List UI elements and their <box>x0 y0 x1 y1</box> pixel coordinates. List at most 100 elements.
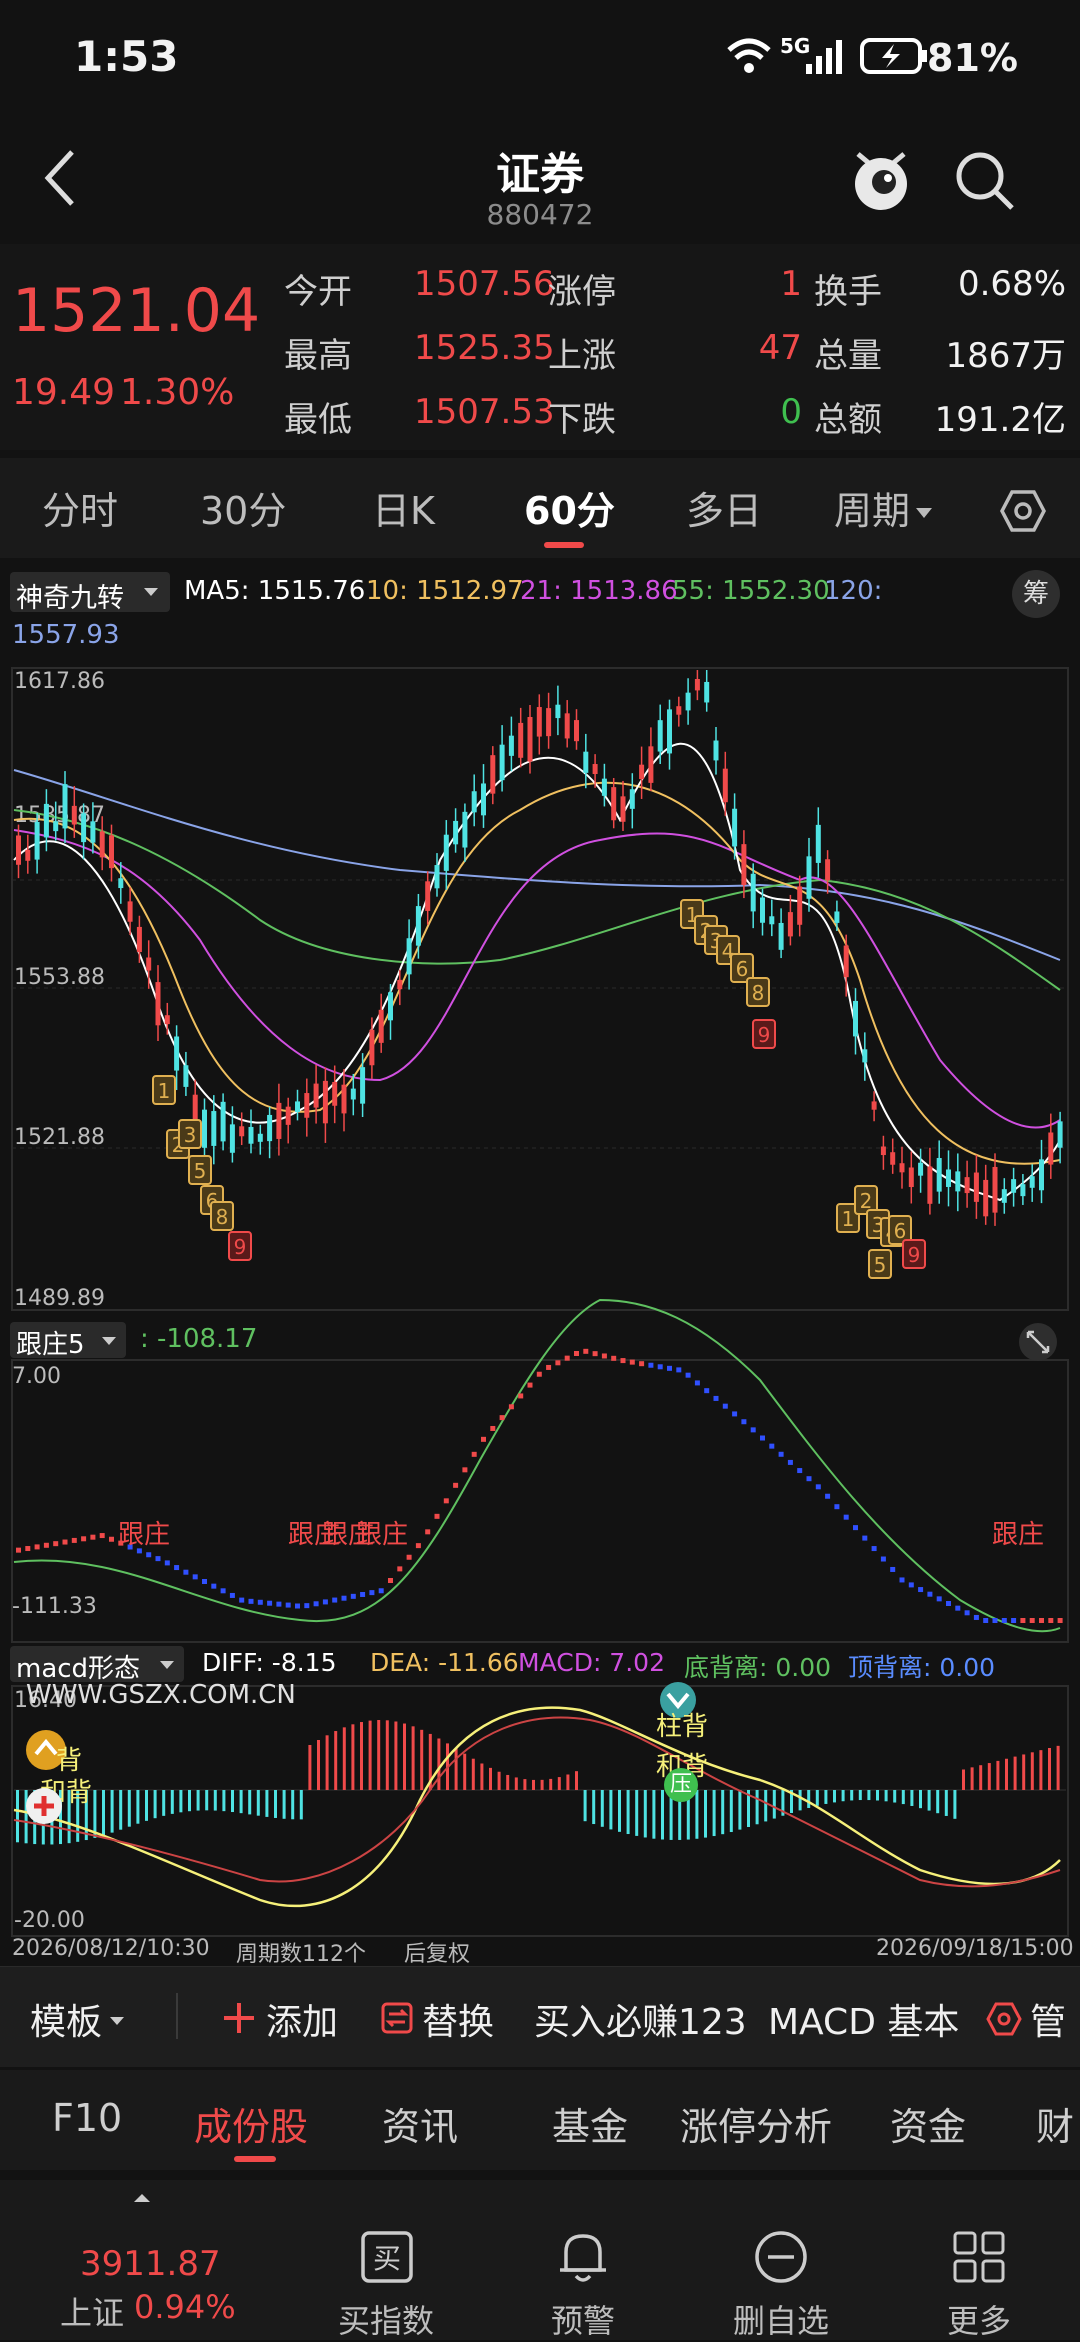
nav-more[interactable]: 更多 <box>889 2296 1069 2342</box>
macd-bar <box>798 1790 802 1811</box>
follow-tag: 跟庄 <box>356 1520 409 1550</box>
macd-bar <box>523 1779 527 1790</box>
settings-icon[interactable] <box>1000 488 1046 534</box>
tab-30min[interactable]: 30分 <box>200 480 286 535</box>
candle <box>676 696 682 727</box>
nav-buy-index[interactable]: 买指数 <box>296 2296 476 2342</box>
follow-dot <box>257 1599 263 1605</box>
macd-bar <box>1056 1745 1060 1790</box>
index-value[interactable]: 3911.87 <box>80 2244 221 2284</box>
nine-turn-marker: 9 <box>902 1239 926 1269</box>
remove-watchlist-icon[interactable] <box>754 2230 808 2284</box>
candle <box>992 1153 998 1226</box>
bell-icon[interactable] <box>556 2228 610 2286</box>
candle <box>648 727 654 792</box>
follow-dot <box>694 1380 700 1386</box>
candle <box>471 774 477 827</box>
follow-dot <box>192 1574 198 1580</box>
macd-bar <box>308 1744 312 1790</box>
follow-dot <box>453 1482 459 1488</box>
svg-text:1: 1 <box>158 1079 171 1103</box>
buy-index-icon[interactable]: 买 <box>360 2230 414 2284</box>
sub2-selector[interactable]: macd形态 <box>10 1646 184 1684</box>
high-label: 最高 <box>284 336 352 376</box>
tab-intraday[interactable]: 分时 <box>42 480 118 535</box>
bottom-divergence: 底背离: 0.00 <box>684 1653 832 1682</box>
candle <box>248 1109 254 1154</box>
follow-dot <box>239 1597 245 1603</box>
svg-text:5: 5 <box>194 1159 207 1183</box>
macd-bar <box>1039 1750 1043 1790</box>
sub1-panel-border <box>11 1359 1069 1643</box>
macd-bar <box>368 1720 372 1790</box>
follow-dot <box>183 1569 189 1575</box>
follow-dot <box>43 1542 49 1548</box>
follow-dot <box>34 1544 40 1550</box>
macd-bar <box>102 1790 105 1836</box>
chevron-down-icon <box>110 2017 124 2025</box>
sub1-selector[interactable]: 跟庄5 <box>10 1322 126 1360</box>
battery-icon <box>860 38 927 74</box>
sub2-panel-border <box>11 1685 1069 1937</box>
nav-remove-watchlist[interactable]: 删自选 <box>691 2296 871 2342</box>
nine-turn-marker: 8 <box>210 1201 234 1231</box>
candle <box>508 716 514 772</box>
nine-turn-marker: 9 <box>228 1231 252 1261</box>
follow-dot <box>146 1552 152 1558</box>
candle <box>425 871 431 925</box>
candle <box>564 700 570 748</box>
tab-finance[interactable]: 财 <box>1036 2096 1074 2151</box>
macd-bar <box>661 1790 664 1840</box>
x-axis-adjust[interactable]: 后复权 <box>404 1936 470 1968</box>
low-label: 最低 <box>284 400 352 440</box>
follow-dot <box>378 1588 384 1594</box>
candle <box>1011 1167 1017 1207</box>
high-value: 1525.35 <box>414 328 555 368</box>
follow-dot <box>388 1578 393 1583</box>
tab-60min[interactable]: 60分 <box>524 480 615 535</box>
candle <box>1020 1174 1026 1205</box>
tab-multiday[interactable]: 多日 <box>686 480 762 535</box>
tab-capital[interactable]: 资金 <box>890 2096 966 2151</box>
candle <box>908 1151 914 1204</box>
macd-bar <box>858 1790 862 1801</box>
follow-dot <box>983 1618 989 1623</box>
tab-f10[interactable]: F10 <box>52 2096 122 2140</box>
follow-dot <box>471 1451 477 1457</box>
macd-bar <box>704 1790 707 1838</box>
candle <box>25 834 31 874</box>
follow-dot <box>825 1493 831 1499</box>
promo-button[interactable]: 买入必赚123 <box>534 1993 747 2045</box>
candle <box>1057 1111 1063 1164</box>
tab-daily[interactable]: 日K <box>372 480 435 535</box>
candle <box>639 746 645 799</box>
tab-news[interactable]: 资讯 <box>382 2096 458 2151</box>
svg-text:1: 1 <box>842 1207 855 1231</box>
macd-bar <box>893 1790 897 1803</box>
candle <box>443 820 449 890</box>
search-icon[interactable] <box>954 150 1018 214</box>
macd-bar <box>876 1790 879 1801</box>
expand-icon[interactable] <box>1018 1322 1058 1362</box>
add-button[interactable]: 添加 <box>266 1993 338 2045</box>
svg-text:买: 买 <box>373 2242 401 2275</box>
grid-more-icon[interactable] <box>952 2230 1006 2284</box>
manage-button[interactable]: 管 <box>1030 1993 1066 2045</box>
follow-dot <box>899 1577 905 1583</box>
tab-constituents[interactable]: 成份股 <box>194 2096 308 2151</box>
nav-alert[interactable]: 预警 <box>493 2296 673 2342</box>
tab-funds[interactable]: 基金 <box>552 2096 628 2151</box>
diff-value: DIFF: -8.15 <box>202 1648 337 1677</box>
tab-limit-up-analysis[interactable]: 涨停分析 <box>680 2096 832 2151</box>
falling-label: 下跌 <box>548 400 616 440</box>
macd-basic-button[interactable]: MACD 基本 <box>768 1993 959 2045</box>
follow-tag: 跟庄 <box>118 1520 171 1550</box>
mascot-icon[interactable] <box>846 142 916 214</box>
price-change-pct: 1.30% <box>120 372 235 413</box>
replace-button[interactable]: 替换 <box>422 1993 494 2045</box>
follow-dot <box>99 1533 105 1539</box>
template-button[interactable]: 模板 <box>30 1993 102 2045</box>
tab-period[interactable]: 周期 <box>834 480 910 535</box>
follow-dot <box>164 1560 170 1566</box>
macd-bar <box>600 1790 604 1827</box>
